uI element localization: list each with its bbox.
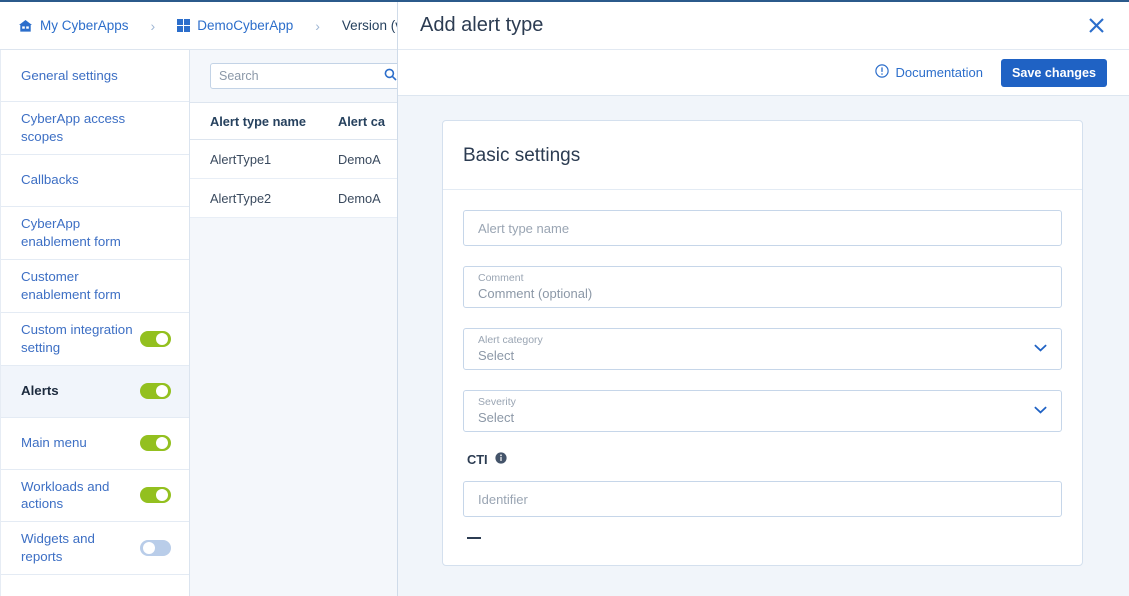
sidebar-item-cyberapp-enablement-form[interactable]: CyberApp enablement form [1,206,189,260]
severity-label: Severity [478,396,516,409]
toggle-alerts[interactable] [140,383,171,399]
sidebar-item-general-settings[interactable]: General settings [1,50,189,102]
sidebar: General settings CyberApp access scopes … [0,50,190,596]
add-alert-type-panel: Add alert type Documentation Save change… [397,2,1129,596]
sidebar-item-customer-enablement-form[interactable]: Customer enablement form [1,259,189,313]
search-icon[interactable] [384,68,397,84]
sidebar-item-workloads-and-actions[interactable]: Workloads and actions [1,469,189,523]
identifier-placeholder: Identifier [478,491,528,507]
sidebar-item-label: Widgets and reports [21,531,95,565]
sidebar-item-label: Customer enablement form [21,268,121,302]
cti-label: CTI [467,452,488,467]
alert-category-label: Alert category [478,334,543,347]
sidebar-item-label: Main menu [21,435,87,451]
chevron-down-icon[interactable] [1034,406,1047,417]
toggle-widgets-and-reports[interactable] [140,540,171,557]
breadcrumb-item-my-cyberapps[interactable]: My CyberApps [18,18,129,33]
sidebar-item-widgets-and-reports[interactable]: Widgets and reports [1,522,189,576]
sidebar-item-label: Custom integration setting [21,321,133,355]
search-placeholder: Search [219,69,259,83]
severity-select[interactable]: Severity Select [463,390,1062,432]
sidebar-item-callbacks[interactable]: Callbacks [1,154,189,207]
comment-input[interactable]: Comment Comment (optional) [463,266,1062,308]
comment-placeholder: Comment (optional) [478,285,593,301]
sidebar-item-label: CyberApp enablement form [21,215,121,249]
alert-type-name-placeholder: Alert type name [478,220,570,236]
alert-type-name-input[interactable]: Alert type name [463,210,1062,246]
panel-title: Add alert type [420,14,544,36]
info-circle-icon [874,64,889,81]
breadcrumb-item-democyberapp[interactable]: DemoCyberApp [177,18,293,33]
card-body: Alert type name Comment Comment (optiona… [443,190,1082,539]
toggle-workloads-and-actions[interactable] [140,487,171,504]
panel-action-bar: Documentation Save changes [398,50,1129,96]
breadcrumb-label: My CyberApps [40,18,129,33]
sidebar-item-label: Callbacks [21,172,79,188]
documentation-link[interactable]: Documentation [874,64,983,81]
toggle-main-menu[interactable] [140,435,171,451]
cell-alert-type-name: AlertType1 [210,151,272,167]
alert-category-value: Select [478,347,515,363]
cti-section-label: CTI [467,452,1062,467]
trailing-dash [467,537,481,539]
identifier-input[interactable]: Identifier [463,481,1062,517]
chevron-down-icon[interactable] [1034,344,1047,355]
panel-body: Basic settings Alert type name Comment C… [398,96,1129,596]
column-header-alert-type-name: Alert type name [210,113,307,129]
cell-alert-type-name: AlertType2 [210,190,272,206]
sidebar-item-label: Workloads and actions [21,478,110,512]
search-input[interactable]: Search [210,63,406,89]
breadcrumb-separator: › [150,17,156,34]
sidebar-item-cyberapp-access-scopes[interactable]: CyberApp access scopes [1,102,189,155]
sidebar-item-main-menu[interactable]: Main menu [1,417,189,470]
sidebar-item-label: CyberApp access scopes [21,111,126,144]
breadcrumb-separator: › [315,17,320,34]
close-icon[interactable] [1083,13,1109,39]
sidebar-item-label: Alerts [21,383,59,399]
comment-label: Comment [478,272,524,285]
sidebar-item-alerts[interactable]: Alerts [1,365,189,418]
card-heading: Basic settings [443,121,1082,190]
documentation-label: Documentation [895,65,983,80]
save-changes-button[interactable]: Save changes [1000,58,1107,87]
grid-icon [177,19,191,32]
app-root: My CyberApps › DemoCyberApp › Version (v… [0,0,1129,596]
panel-header: Add alert type [398,2,1129,50]
info-icon[interactable] [495,452,507,467]
toggle-custom-integration-setting[interactable] [140,330,171,347]
sidebar-item-label: General settings [21,67,118,83]
home-icon [18,19,33,33]
sidebar-item-custom-integration-setting[interactable]: Custom integration setting [1,312,189,366]
basic-settings-card: Basic settings Alert type name Comment C… [442,120,1083,566]
severity-value: Select [478,409,515,425]
breadcrumb-label: DemoCyberApp [197,18,294,33]
alert-category-select[interactable]: Alert category Select [463,328,1062,370]
